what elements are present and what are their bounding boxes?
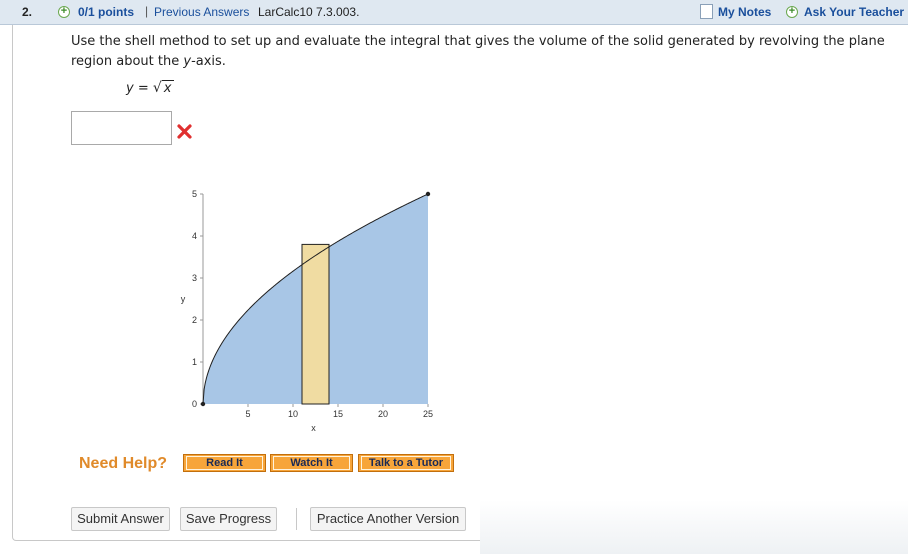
ask-teacher-link[interactable]: Ask Your Teacher <box>804 5 904 19</box>
practice-another-version-button[interactable]: Practice Another Version <box>310 507 466 531</box>
y-axis-label: y <box>181 294 186 304</box>
question-id: LarCalc10 7.3.003. <box>258 5 360 19</box>
y-tick-label: 5 <box>192 189 197 199</box>
x-tick-label: 25 <box>423 409 433 419</box>
sqrt-icon: √ <box>152 80 162 96</box>
need-help-label: Need Help? <box>79 455 168 472</box>
y-tick-label: 3 <box>192 273 197 283</box>
note-icon[interactable] <box>700 4 713 19</box>
y-tick-label: 1 <box>192 357 197 367</box>
button-divider <box>296 508 297 530</box>
x-tick-label: 10 <box>288 409 298 419</box>
points-link[interactable]: 0/1 points <box>78 5 134 19</box>
end-point <box>425 191 431 197</box>
plus-circle-icon[interactable]: + <box>786 6 798 18</box>
plus-circle-icon[interactable]: + <box>58 6 70 18</box>
submit-answer-button[interactable]: Submit Answer <box>71 507 170 531</box>
save-progress-button[interactable]: Save Progress <box>180 507 277 531</box>
footer-fade <box>480 500 908 554</box>
previous-answers-link[interactable]: Previous Answers <box>154 5 249 19</box>
x-axis-label: x <box>311 423 316 433</box>
header-separator: | <box>145 4 149 18</box>
shell-method-graph: 0 1 2 3 4 5 5 10 15 20 25 x y <box>181 189 433 433</box>
talk-to-tutor-button[interactable]: Talk to a Tutor <box>358 454 454 472</box>
y-tick-label: 0 <box>192 399 197 409</box>
x-tick-label: 20 <box>378 409 388 419</box>
my-notes-link[interactable]: My Notes <box>718 5 771 19</box>
read-it-button[interactable]: Read It <box>183 454 266 472</box>
equation: y = √ x <box>126 80 174 96</box>
question-prompt: Use the shell method to set up and evalu… <box>71 34 885 69</box>
start-point <box>200 401 206 407</box>
watch-it-button[interactable]: Watch It <box>270 454 353 472</box>
x-tick-label: 5 <box>245 409 250 419</box>
shell-rectangle <box>301 243 330 405</box>
red-x-icon <box>177 124 192 139</box>
y-tick-label: 4 <box>192 231 197 241</box>
question-number: 2. <box>22 5 33 19</box>
question-header: 2. + 0/1 points | Previous Answers LarCa… <box>0 0 908 25</box>
answer-input[interactable] <box>71 111 172 145</box>
x-tick-label: 15 <box>333 409 343 419</box>
y-tick-label: 2 <box>192 315 197 325</box>
